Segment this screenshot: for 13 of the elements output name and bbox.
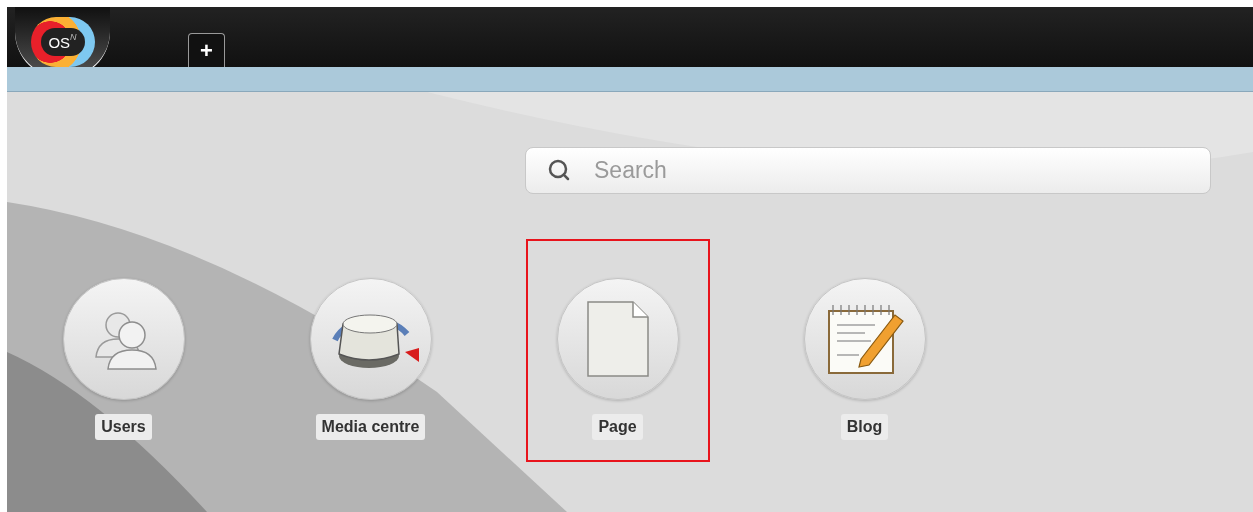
app-tile[interactable]: Page [525, 239, 710, 462]
app-tile[interactable]: Media centre [278, 239, 463, 462]
app-tile[interactable]: Blog [772, 239, 957, 462]
logo-superscript: N [70, 32, 77, 42]
app-label: Page [592, 414, 643, 440]
blank-page-icon [584, 299, 651, 379]
app-label: Media centre [315, 414, 426, 440]
app-label: Users [95, 414, 152, 440]
search-icon [547, 158, 571, 182]
app-label: Blog [840, 414, 889, 440]
search-field[interactable]: Search [525, 147, 1211, 194]
add-tab-button[interactable]: + [188, 33, 225, 67]
logo-text: OS [48, 34, 71, 50]
